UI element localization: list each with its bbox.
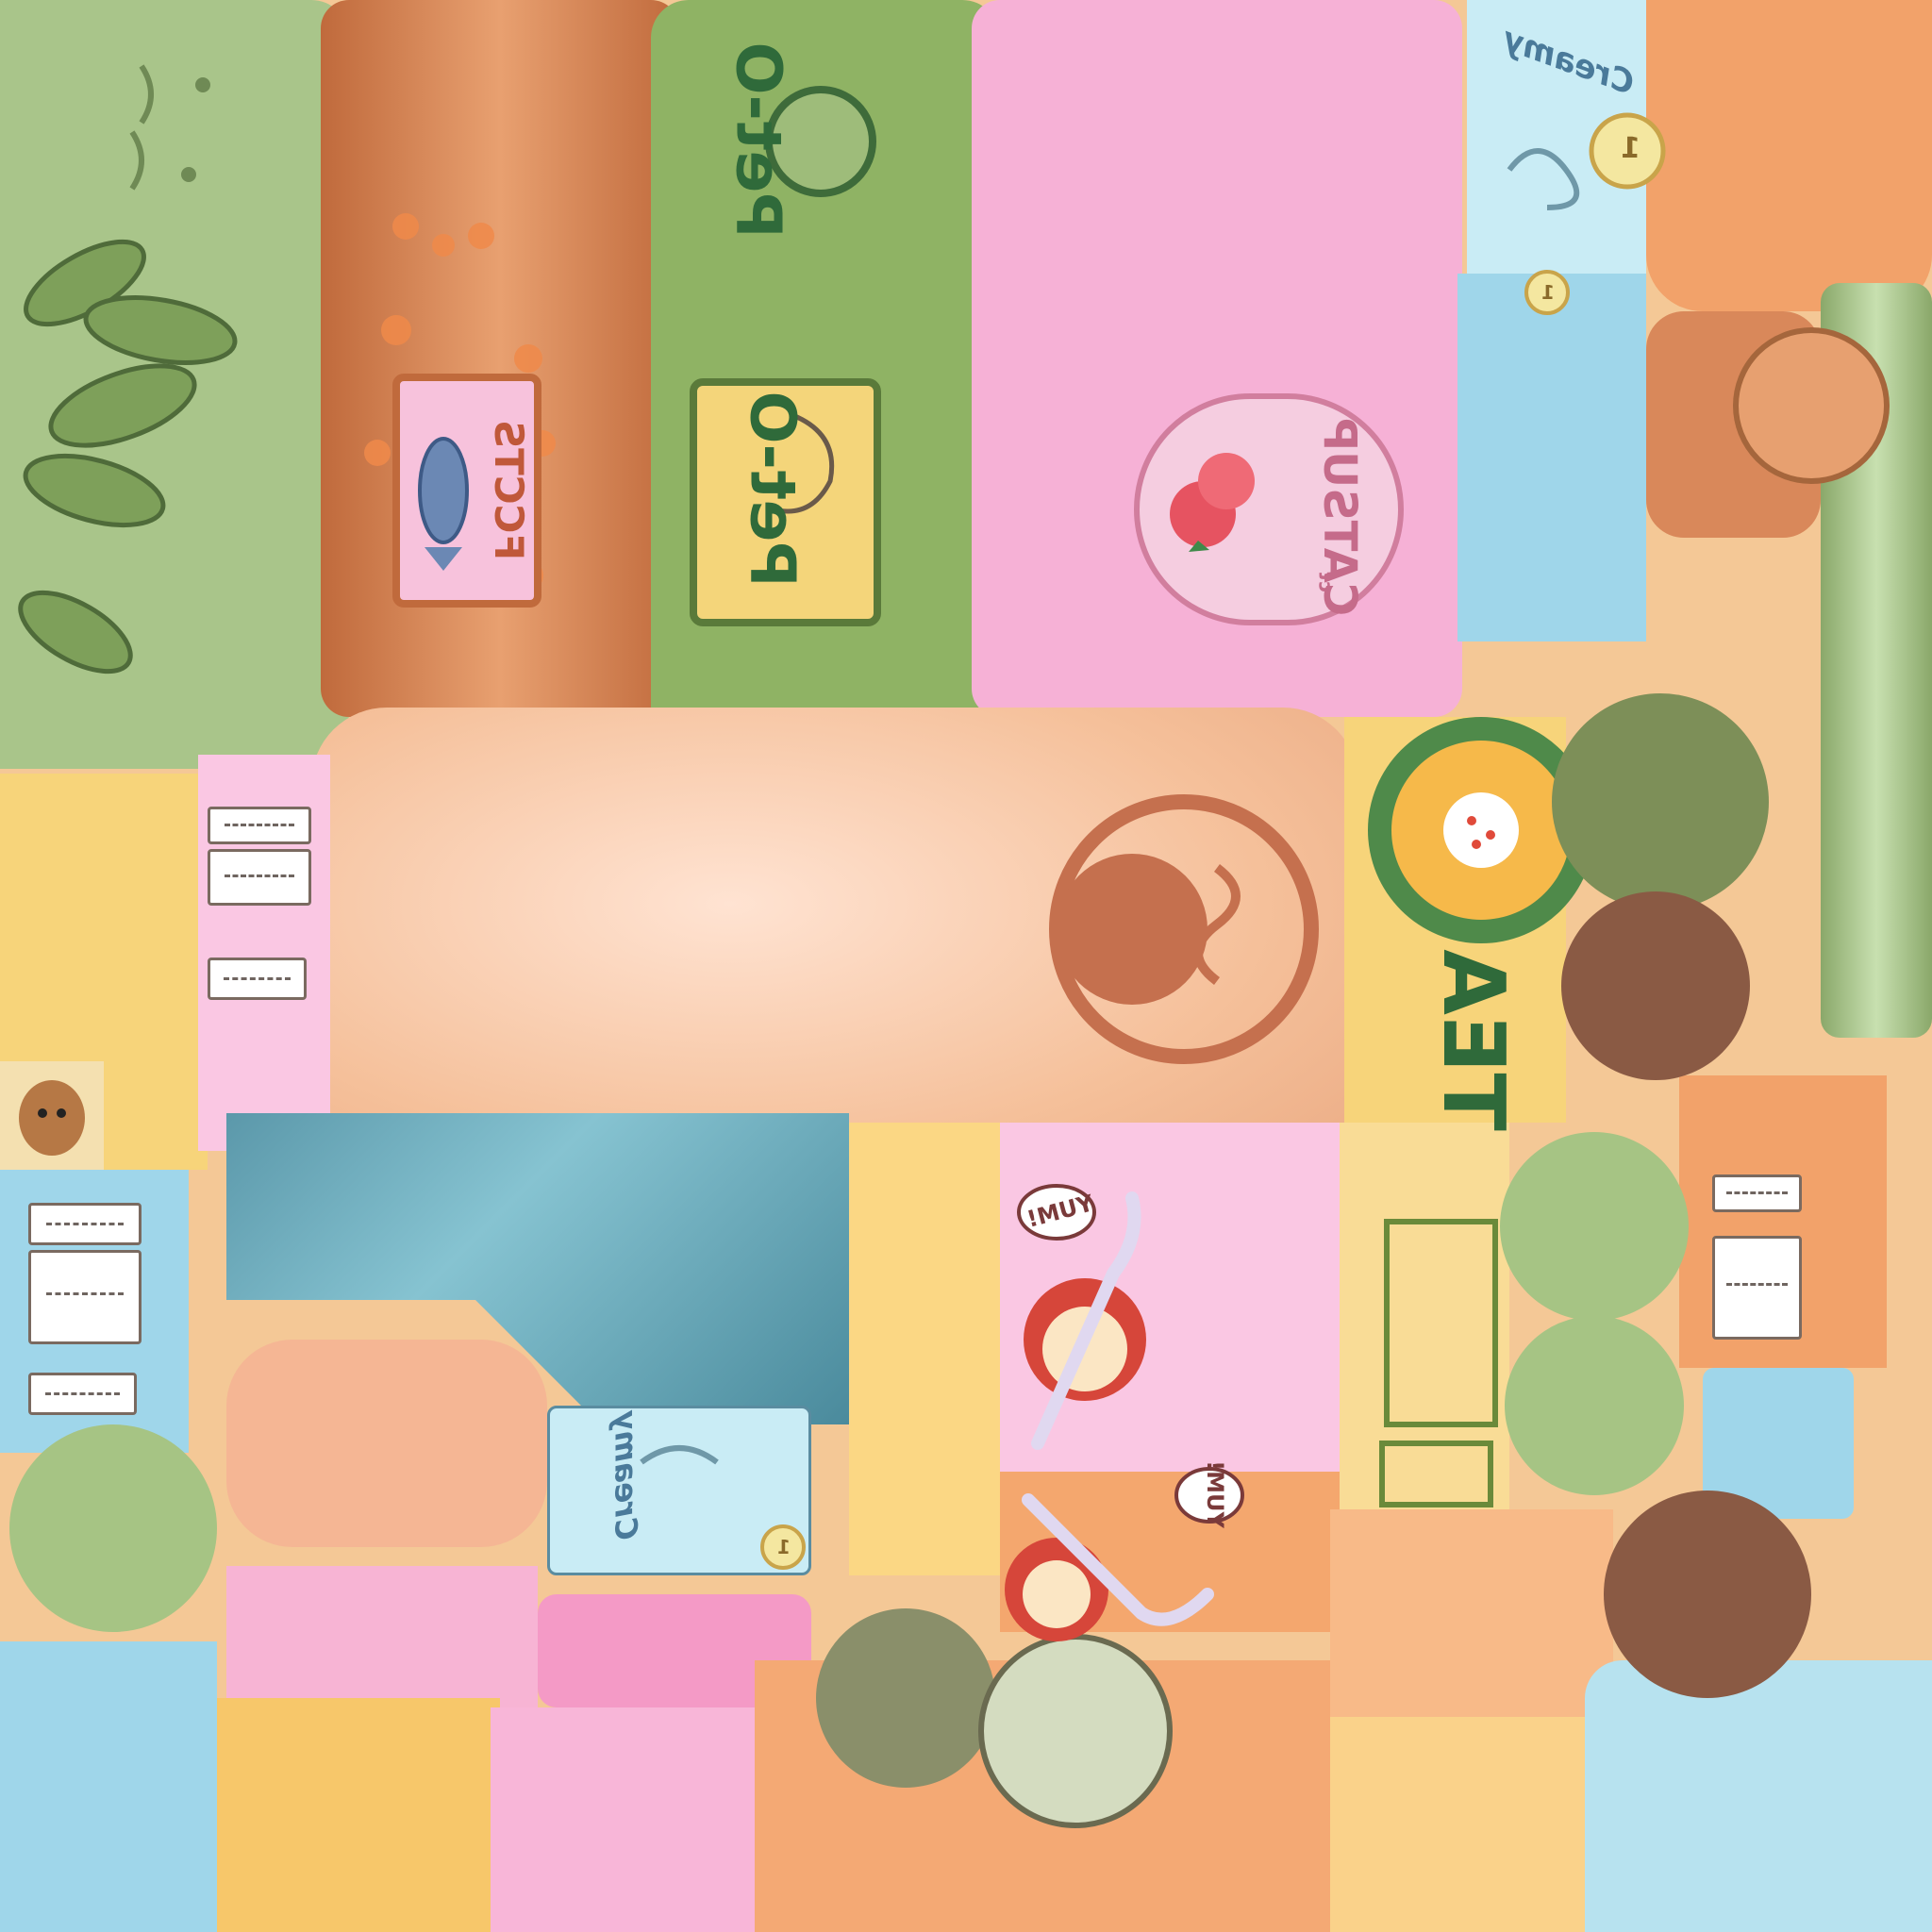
yum-label-2: YUM! (1201, 1460, 1228, 1528)
badge-2: 1 (1541, 281, 1555, 304)
info-card (28, 1203, 142, 1245)
badge-3: 1 (777, 1536, 791, 1558)
ketchup-sub-label: ct (1314, 572, 1338, 592)
brand-label-top: Pet-O (722, 42, 795, 239)
info-card (28, 1373, 137, 1415)
info-card (1712, 1236, 1802, 1340)
fish-tin-label-text: FCCTS (486, 419, 533, 561)
mouse-coin-icon (978, 1634, 1173, 1828)
info-card (208, 849, 311, 906)
tea-label: TEA (1423, 949, 1523, 1131)
dog-photo-icon (0, 1061, 104, 1170)
info-card (1712, 1174, 1802, 1212)
pickle-icon (18, 239, 238, 675)
cream-label-2: Creamy (608, 1410, 644, 1541)
info-card (208, 958, 307, 1000)
cat-face-icon (129, 64, 210, 191)
brand-label-mid: Pet-O (736, 391, 809, 588)
apple-icon (1005, 1278, 1146, 1641)
badge-1: 1 (1621, 132, 1641, 165)
info-card (208, 807, 311, 844)
info-card (28, 1250, 142, 1344)
fish-jar-icon (1733, 327, 1890, 484)
